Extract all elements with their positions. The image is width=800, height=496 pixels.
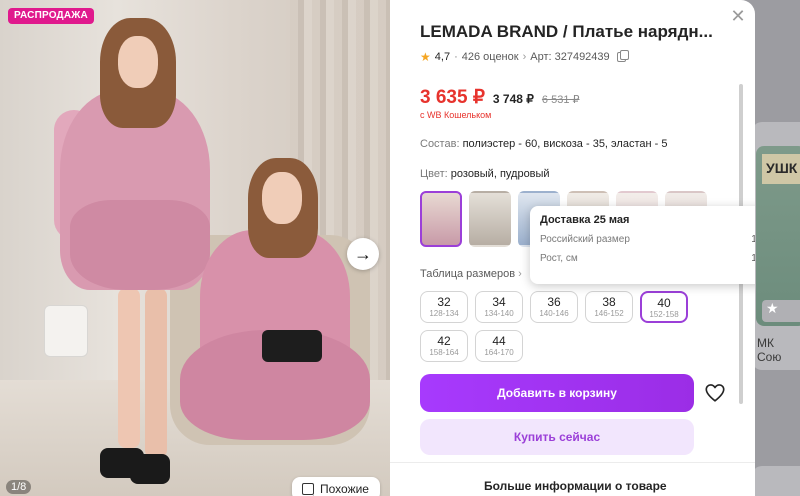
rating-row: ★ 4,7 · 426 оценок › Арт: 327492439 (420, 50, 629, 64)
size-number: 36 (547, 295, 561, 309)
photo-black-handbag (262, 330, 322, 362)
product-quick-view-modal: РАСПРОДАЖА → 1/8 Похожие LEMADA BRAND / … (0, 0, 755, 496)
price-wallet: 3 635 ₽ (420, 87, 485, 108)
size-range: 140-146 (539, 309, 569, 318)
similar-search-icon (302, 483, 314, 495)
size-option[interactable]: 42 158-164 (420, 330, 468, 362)
star-icon: ★ (420, 50, 431, 64)
composition-value: полиэстер - 60, вискоза - 35, эластан - … (462, 138, 668, 150)
size-option[interactable]: 38 146-152 (585, 291, 633, 323)
background-product-card-2 (752, 466, 800, 496)
size-option[interactable]: 34 134-140 (475, 291, 523, 323)
similar-button[interactable]: Похожие (292, 477, 380, 496)
photo-model-1-leg-2 (145, 288, 167, 458)
color-variant-thumb[interactable] (469, 191, 511, 247)
tooltip-row: Российский размер 152-158 (540, 234, 755, 245)
buy-now-button[interactable]: Купить сейчас (420, 419, 694, 455)
tooltip-row-label: Российский размер (540, 234, 630, 245)
chevron-right-icon: › (522, 51, 527, 63)
photo-shoe-2 (130, 454, 170, 484)
size-range: 164-170 (484, 348, 514, 357)
tooltip-row: Рост, см 152-158 (540, 253, 755, 264)
size-number: 34 (492, 295, 506, 309)
color-label: Цвет: (420, 168, 448, 180)
article-number: Арт: 327492439 (530, 51, 610, 63)
next-photo-button[interactable]: → (347, 238, 379, 270)
photo-model-2-face (262, 172, 302, 224)
price-old: 6 531 ₽ (541, 94, 580, 106)
background-card-rating: ★ (762, 300, 800, 322)
size-option[interactable]: 36 140-146 (530, 291, 578, 323)
size-number: 32 (437, 295, 451, 309)
color-info: Цвет: розовый, пудровый (420, 168, 550, 180)
divider (390, 462, 755, 463)
chevron-right-icon: › (518, 268, 522, 280)
wallet-note[interactable]: с WB Кошельком (420, 110, 491, 120)
photo-model-1-leg (118, 288, 140, 448)
dot-separator: · (454, 51, 458, 63)
background-card-title: МК Сою (757, 336, 782, 364)
color-value: розовый, пудровый (450, 168, 550, 180)
tooltip-title: Доставка 25 мая (540, 214, 630, 226)
size-range: 146-152 (594, 309, 624, 318)
close-icon[interactable]: ✕ (728, 6, 748, 26)
heart-icon[interactable] (704, 382, 726, 404)
size-range: 128-134 (429, 309, 459, 318)
size-table-label: Таблица размеров (420, 268, 516, 280)
tooltip-row-value: 152-158 (751, 234, 755, 245)
price-regular: 3 748 ₽ (492, 92, 534, 106)
background-card-sign: УШК (762, 154, 800, 184)
composition: Состав: полиэстер - 60, вискоза - 35, эл… (420, 138, 667, 150)
product-title[interactable]: LEMADA BRAND / Платье нарядн... (420, 22, 725, 42)
more-info-link[interactable]: Больше информации о товаре (484, 479, 667, 493)
size-range: 152-158 (649, 310, 679, 319)
price-row: 3 635 ₽ 3 748 ₽ 6 531 ₽ (420, 86, 580, 109)
size-delivery-tooltip: Доставка 25 мая Российский размер 152-15… (530, 206, 755, 284)
size-number: 38 (602, 295, 616, 309)
size-table-link[interactable]: Таблица размеров › (420, 268, 522, 280)
tooltip-row-label: Рост, см (540, 253, 578, 264)
size-option[interactable]: 32 128-134 (420, 291, 468, 323)
photo-counter: 1/8 (6, 480, 32, 494)
photo-model-1-skirt (70, 200, 210, 290)
photo-white-bag (44, 305, 88, 357)
tooltip-row-value: 152-158 (751, 253, 755, 264)
size-number: 44 (492, 334, 506, 348)
copy-icon[interactable] (616, 50, 629, 62)
color-variant-thumb[interactable] (420, 191, 462, 247)
reviews-link[interactable]: 426 оценок (462, 51, 519, 63)
size-option-selected[interactable]: 40 152-158 (640, 291, 688, 323)
sale-badge: РАСПРОДАЖА (8, 8, 94, 24)
add-to-cart-button[interactable]: Добавить в корзину (420, 374, 694, 412)
arrow-right-icon: → (354, 243, 372, 264)
size-number: 40 (657, 296, 671, 310)
similar-label: Похожие (320, 482, 369, 496)
size-number: 42 (437, 334, 451, 348)
size-option[interactable]: 44 164-170 (475, 330, 523, 362)
size-range: 134-140 (484, 309, 514, 318)
composition-label: Состав: (420, 138, 460, 150)
rating-value: 4,7 (434, 51, 451, 63)
photo-model-1-face (118, 36, 158, 88)
product-photo[interactable] (0, 0, 390, 496)
size-range: 158-164 (429, 348, 459, 357)
size-selector: 32 128-134 34 134-140 36 140-146 38 146-… (420, 291, 710, 362)
